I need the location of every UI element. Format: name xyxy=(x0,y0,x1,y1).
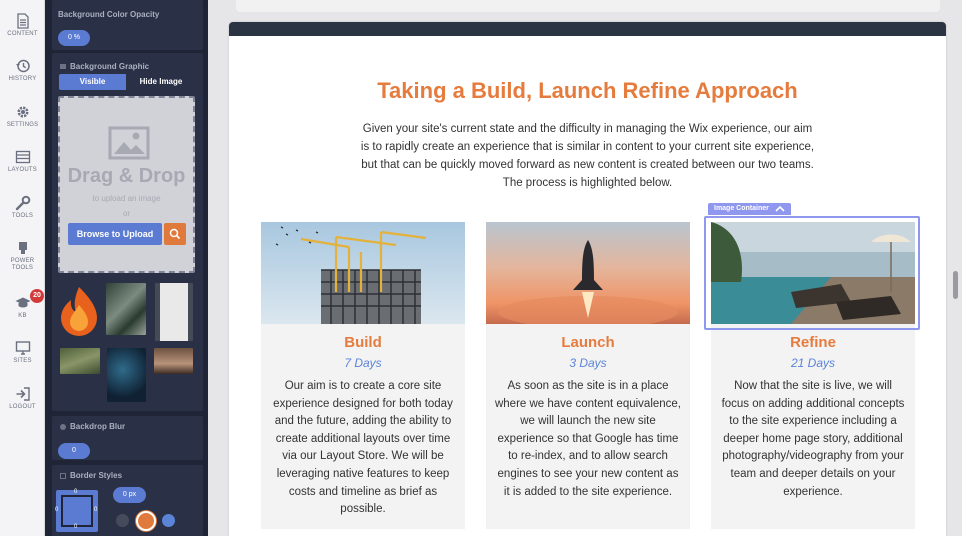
icon-rail: CONTENT HISTORY SETTINGS LAYOUTS TOOLS P… xyxy=(0,0,45,536)
border-width-pill[interactable]: 0 px xyxy=(113,487,146,503)
blur-value-pill[interactable]: 0 xyxy=(58,443,90,459)
logout-icon xyxy=(16,387,30,401)
browse-upload-button[interactable]: Browse to Upload xyxy=(68,223,162,245)
rail-settings[interactable]: SETTINGS xyxy=(0,104,45,129)
rail-label: KB xyxy=(18,313,27,319)
intro-paragraph[interactable]: Given your site's current state and the … xyxy=(359,120,816,192)
layouts-icon xyxy=(15,150,30,164)
thumbnail-flame[interactable] xyxy=(58,283,100,341)
border-color-blue[interactable] xyxy=(162,514,175,527)
image-placeholder-icon xyxy=(108,126,150,160)
rail-label: TOOLS xyxy=(11,213,34,219)
launch-image[interactable] xyxy=(486,222,690,324)
rail-content[interactable]: CONTENT xyxy=(0,13,45,38)
thumbnail-interior[interactable] xyxy=(154,348,193,374)
drag-drop-or: or xyxy=(122,209,131,218)
rail-kb[interactable]: KB 20 xyxy=(0,289,45,320)
graduation-cap-icon xyxy=(15,297,30,308)
column-text[interactable]: As soon as the site is in a place where … xyxy=(494,378,682,501)
border-corner-widget[interactable]: 0 0 0 0 xyxy=(55,489,98,532)
section-title-text: Border Styles xyxy=(70,471,123,480)
history-icon xyxy=(15,59,30,73)
section-title: Background Color Opacity xyxy=(58,10,160,19)
visible-toggle[interactable]: Visible xyxy=(59,74,126,90)
image-container-tag[interactable]: Image Container xyxy=(708,203,791,215)
border-color-dark[interactable] xyxy=(116,514,129,527)
rail-label: SITES xyxy=(13,358,32,364)
column-title[interactable]: Launch xyxy=(486,334,690,351)
flame-logo xyxy=(61,287,97,336)
column-text[interactable]: Now that the site is live, we will focus… xyxy=(719,378,907,501)
gear-icon xyxy=(17,106,28,118)
bg-opacity-section: Background Color Opacity 0 % xyxy=(52,0,203,50)
vertical-scrollbar[interactable] xyxy=(953,271,958,299)
kb-notification-badge: 20 xyxy=(30,289,44,303)
chevron-up-icon[interactable] xyxy=(775,205,785,213)
thumbnail-door[interactable] xyxy=(155,283,193,341)
blur-icon xyxy=(60,423,66,430)
image-dropzone[interactable]: Drag & Drop to upload an image or Browse… xyxy=(58,96,195,273)
document-icon xyxy=(16,13,29,29)
rail-sites[interactable]: SITES xyxy=(0,340,45,365)
column-days[interactable]: 21 Days xyxy=(711,356,915,370)
rail-power-tools[interactable]: POWER TOOLS xyxy=(0,240,45,272)
column-days[interactable]: 3 Days xyxy=(486,356,690,370)
search-icon xyxy=(169,228,181,240)
rail-label: SETTINGS xyxy=(6,122,39,128)
build-image[interactable] xyxy=(261,222,465,324)
rail-layouts[interactable]: LAYOUTS xyxy=(0,149,45,174)
rail-label: POWER TOOLS xyxy=(10,258,35,271)
rail-history[interactable]: HISTORY xyxy=(0,58,45,83)
hide-image-toggle[interactable]: Hide Image xyxy=(126,74,196,90)
column-days[interactable]: 7 Days xyxy=(261,356,465,370)
selection-label: Image Container xyxy=(714,205,769,212)
search-images-button[interactable] xyxy=(164,223,186,245)
selected-image-container-outline[interactable] xyxy=(704,216,920,330)
launch-column[interactable]: Launch 3 Days As soon as the site is in … xyxy=(486,222,690,529)
column-title[interactable]: Build xyxy=(261,334,465,351)
monitor-icon xyxy=(15,341,30,355)
border-color-orange[interactable] xyxy=(136,511,156,531)
opacity-value-pill[interactable]: 0 % xyxy=(58,30,90,46)
section-title: Backdrop Blur xyxy=(52,416,203,431)
corner-value-right: 0 xyxy=(94,507,98,513)
column-text[interactable]: Our aim is to create a core site experie… xyxy=(269,378,457,519)
rail-label: LAYOUTS xyxy=(8,167,37,173)
power-tools-icon xyxy=(18,242,27,254)
section-title-text: Backdrop Blur xyxy=(70,422,126,431)
rocket-launch-photo xyxy=(486,222,690,324)
page-heading[interactable]: Taking a Build, Launch Refine Approach xyxy=(229,78,946,104)
section-title: Background Graphic xyxy=(52,53,203,71)
section-top-bar xyxy=(229,22,946,36)
section-title-text: Background Graphic xyxy=(70,62,150,71)
rail-label: CONTENT xyxy=(7,31,38,37)
construction-crane-photo xyxy=(261,222,465,324)
rail-label: HISTORY xyxy=(8,76,37,82)
image-icon xyxy=(60,64,66,70)
rail-tools[interactable]: TOOLS xyxy=(0,195,45,220)
thumbnail-water[interactable] xyxy=(107,348,146,402)
rail-label: LOGOUT xyxy=(9,404,36,410)
section-title: Border Styles xyxy=(52,465,203,480)
previous-section-edge xyxy=(236,0,940,12)
column-title[interactable]: Refine xyxy=(711,334,915,351)
backdrop-blur-section: Backdrop Blur 0 xyxy=(52,416,203,460)
thumbnail-plants[interactable] xyxy=(60,348,100,374)
build-column[interactable]: Build 7 Days Our aim is to create a core… xyxy=(261,222,465,529)
thumbnail-street[interactable] xyxy=(106,283,146,335)
corner-value-top: 0 xyxy=(74,489,78,495)
drag-drop-title: Drag & Drop xyxy=(67,165,186,187)
corner-value-bottom: 0 xyxy=(74,524,78,530)
rail-logout[interactable]: LOGOUT xyxy=(0,386,45,411)
wrench-icon xyxy=(15,195,30,211)
corner-value-left: 0 xyxy=(55,507,59,513)
drag-drop-subtitle: to upload an image xyxy=(92,194,161,203)
border-icon xyxy=(60,472,66,479)
